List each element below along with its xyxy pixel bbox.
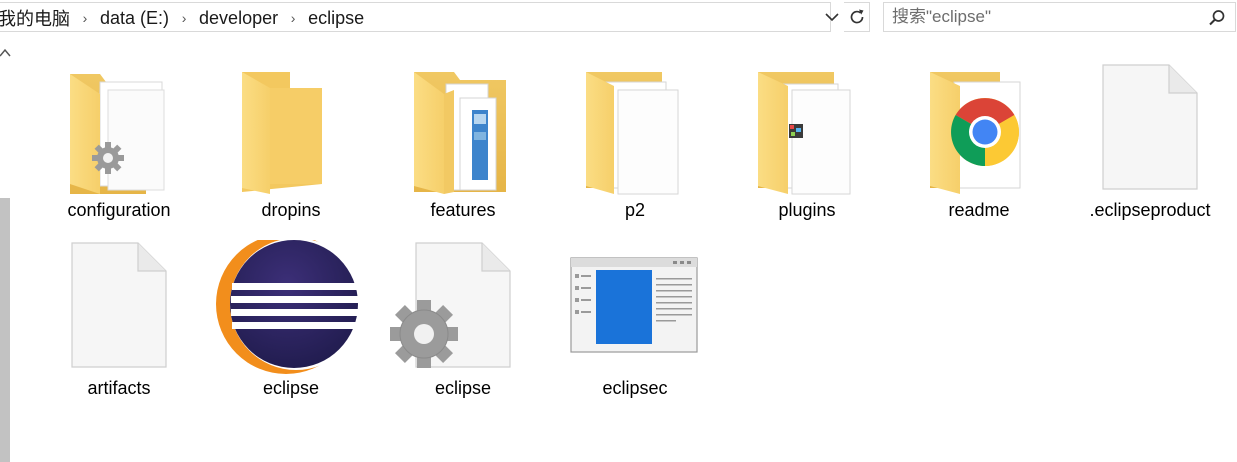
chevron-right-icon[interactable]: › <box>172 10 196 26</box>
file-name: .eclipseproduct <box>1089 200 1211 220</box>
folder-icon <box>216 62 366 202</box>
file-name: readme <box>948 200 1010 220</box>
chevron-right-icon[interactable]: › <box>281 10 305 26</box>
blank-file-icon <box>1075 62 1225 202</box>
refresh-button[interactable] <box>844 2 870 32</box>
config-file-icon <box>388 240 538 380</box>
chrome-folder-icon <box>904 62 1054 202</box>
address-history-dropdown[interactable] <box>821 2 843 32</box>
vertical-scrollbar[interactable] <box>0 42 12 462</box>
file-name: eclipse <box>434 378 492 398</box>
file-name: plugins <box>778 200 836 220</box>
breadcrumb-drive[interactable]: data (E:) <box>97 8 172 29</box>
address-toolbar: 我的电脑 › data (E:) › developer › eclipse <box>0 0 1237 38</box>
eclipse-app-icon <box>216 240 366 380</box>
breadcrumb-developer[interactable]: developer <box>196 8 281 29</box>
scrollbar-thumb[interactable] <box>0 198 10 462</box>
search-icon <box>1209 10 1225 26</box>
file-name: artifacts <box>87 378 151 398</box>
address-bar[interactable]: 我的电脑 › data (E:) › developer › eclipse <box>0 2 831 32</box>
search-input[interactable] <box>892 5 1192 29</box>
file-name: eclipse <box>262 378 320 398</box>
blank-file-icon <box>44 240 194 380</box>
search-button[interactable] <box>1205 6 1229 30</box>
breadcrumb: 我的电脑 › data (E:) › developer › eclipse <box>0 3 367 33</box>
folder-settings-icon <box>44 62 194 202</box>
breadcrumb-eclipse[interactable]: eclipse <box>305 8 367 29</box>
chevron-down-icon <box>825 13 839 22</box>
folder-documents-icon <box>388 62 538 202</box>
file-name: dropins <box>261 200 321 220</box>
window-app-icon <box>560 240 710 380</box>
chevron-up-icon <box>0 48 11 57</box>
breadcrumb-my-computer[interactable]: 我的电脑 <box>0 5 73 31</box>
folder-images-icon <box>732 62 882 202</box>
scroll-up-button[interactable] <box>0 46 12 62</box>
folder-files-icon <box>560 62 710 202</box>
search-box[interactable] <box>883 2 1236 32</box>
chevron-right-icon[interactable]: › <box>73 10 97 26</box>
file-name: configuration <box>67 200 171 220</box>
file-name: eclipsec <box>602 378 668 398</box>
file-name: features <box>430 200 496 220</box>
refresh-icon <box>850 9 863 24</box>
file-name: p2 <box>624 200 646 220</box>
